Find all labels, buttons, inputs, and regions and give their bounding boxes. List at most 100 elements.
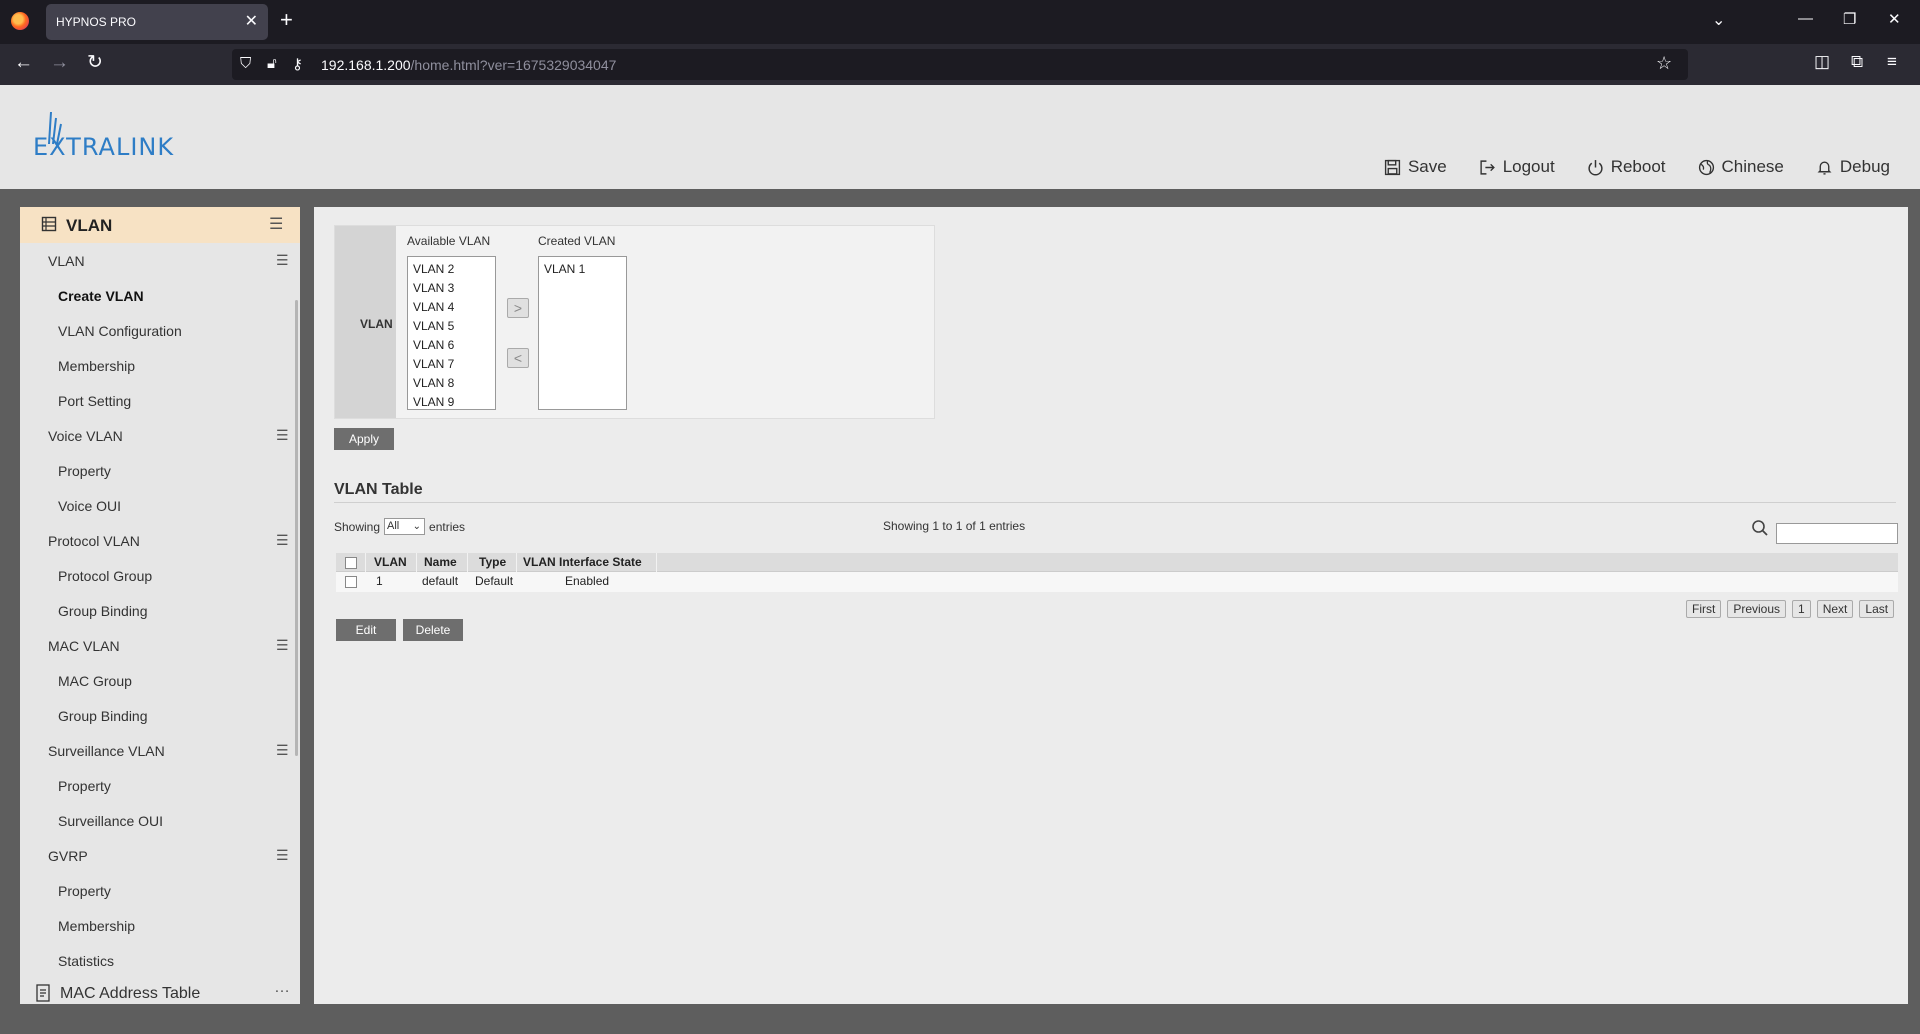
page-number-button[interactable]: 1 bbox=[1792, 600, 1811, 618]
column-header-state[interactable]: VLAN Interface State bbox=[523, 553, 642, 572]
vlan-option[interactable]: VLAN 7 bbox=[408, 355, 495, 374]
vlan-option[interactable]: VLAN 3 bbox=[408, 279, 495, 298]
restore-icon[interactable]: ❐ bbox=[1843, 10, 1856, 28]
sidebar-item-vlan[interactable]: VLAN ☰ bbox=[20, 243, 300, 278]
cell-type: Default bbox=[475, 574, 514, 588]
list-tabs-icon[interactable]: ⌄ bbox=[1712, 10, 1725, 30]
sidebar-item-label: Surveillance OUI bbox=[58, 812, 164, 829]
sidebar-item-port-setting[interactable]: Port Setting bbox=[20, 383, 300, 418]
add-vlan-button[interactable]: > bbox=[507, 298, 529, 318]
sidebar-item-mac-vlan[interactable]: MAC VLAN ☰ bbox=[20, 628, 300, 663]
reload-icon[interactable]: ↻ bbox=[87, 52, 103, 74]
sidebar-item-label: Property bbox=[58, 777, 111, 794]
sidebar-item-voice-vlan[interactable]: Voice VLAN ☰ bbox=[20, 418, 300, 453]
globe-icon bbox=[1698, 159, 1714, 175]
more-icon[interactable]: … bbox=[274, 979, 290, 997]
extensions-icon[interactable]: ⧉ bbox=[1851, 52, 1863, 72]
chinese-button[interactable]: Chinese bbox=[1698, 157, 1784, 177]
vlan-row-label: VLAN bbox=[360, 317, 393, 331]
sidebar-item-surveillance-vlan[interactable]: Surveillance VLAN ☰ bbox=[20, 733, 300, 768]
first-page-button[interactable]: First bbox=[1686, 600, 1722, 618]
tab-close-icon[interactable]: ✕ bbox=[245, 11, 258, 31]
sidebar-item-membership[interactable]: Membership bbox=[20, 348, 300, 383]
bookmark-star-icon[interactable]: ☆ bbox=[1656, 53, 1672, 74]
sidebar-item-group-binding[interactable]: Group Binding bbox=[20, 593, 300, 628]
menu-icon[interactable]: ≡ bbox=[1887, 52, 1897, 72]
vlan-option[interactable]: VLAN 5 bbox=[408, 317, 495, 336]
sidebar-item-label: Statistics bbox=[58, 952, 115, 969]
new-tab-icon[interactable]: + bbox=[280, 8, 293, 32]
select-all-checkbox[interactable] bbox=[345, 557, 357, 569]
vlan-option[interactable]: VLAN 1 bbox=[539, 260, 626, 279]
sidebar-item-protocol-group[interactable]: Protocol Group bbox=[20, 558, 300, 593]
shield-icon[interactable]: ⛉ bbox=[240, 55, 251, 72]
sidebar-title: VLAN bbox=[66, 216, 113, 235]
cell-name: default bbox=[422, 574, 459, 588]
group-menu-icon[interactable]: ☰ bbox=[276, 847, 289, 864]
sidebar-item-protocol-vlan[interactable]: Protocol VLAN ☰ bbox=[20, 523, 300, 558]
save-button[interactable]: Save bbox=[1384, 157, 1447, 177]
sidebar-item-group-binding[interactable]: Group Binding bbox=[20, 698, 300, 733]
column-header-vlan[interactable]: VLAN bbox=[374, 553, 407, 572]
table-row[interactable]: 1 default Default Enabled bbox=[336, 572, 1898, 592]
group-menu-icon[interactable]: ☰ bbox=[276, 427, 289, 444]
sidebar-item-statistics[interactable]: Statistics bbox=[20, 943, 300, 978]
apply-button[interactable]: Apply bbox=[334, 428, 394, 450]
vlan-option[interactable]: VLAN 9 bbox=[408, 393, 495, 409]
edit-button[interactable]: Edit bbox=[336, 619, 396, 641]
power-icon bbox=[1588, 159, 1603, 176]
group-menu-icon[interactable]: ☰ bbox=[276, 637, 289, 654]
debug-button[interactable]: Debug bbox=[1816, 157, 1890, 177]
url-bar[interactable]: ⛉ 🔓︎ ⚷ 192.168.1.200/home.html?ver=16753… bbox=[232, 49, 1688, 80]
back-icon[interactable]: ← bbox=[14, 52, 33, 74]
group-menu-icon[interactable]: ☰ bbox=[276, 252, 289, 269]
sidebar-item-mac-address-table[interactable]: MAC Address Table … bbox=[20, 979, 300, 1004]
chevron-down-icon: ⌄ bbox=[412, 521, 422, 532]
page-length-control: Showing All ⌄ entries bbox=[334, 518, 465, 535]
close-window-icon[interactable]: ✕ bbox=[1888, 10, 1901, 28]
previous-page-button[interactable]: Previous bbox=[1727, 600, 1787, 618]
sidebar-item-property[interactable]: Property bbox=[20, 873, 300, 908]
available-vlan-list[interactable]: VLAN 2 VLAN 3 VLAN 4 VLAN 5 VLAN 6 VLAN 7 VLAN… bbox=[407, 256, 496, 410]
reboot-button[interactable]: Reboot bbox=[1587, 157, 1666, 177]
group-menu-icon[interactable]: ☰ bbox=[276, 742, 289, 759]
sidebar-item-membership[interactable]: Membership bbox=[20, 908, 300, 943]
pagination: First Previous 1 Next Last bbox=[1686, 600, 1895, 618]
row-checkbox[interactable] bbox=[345, 576, 357, 588]
sidebar-scrollbar[interactable] bbox=[295, 300, 298, 756]
sidebar-item-property[interactable]: Property bbox=[20, 768, 300, 803]
logout-button[interactable]: Logout bbox=[1479, 157, 1555, 177]
sidebar-item-gvrp[interactable]: GVRP ☰ bbox=[20, 838, 300, 873]
sidebar-collapse-icon[interactable]: ☰ bbox=[269, 214, 283, 234]
sidebar-header[interactable]: VLAN ☰ bbox=[20, 207, 300, 243]
next-page-button[interactable]: Next bbox=[1816, 600, 1854, 618]
vlan-option[interactable]: VLAN 2 bbox=[408, 260, 495, 279]
lock-icon[interactable]: 🔓︎ bbox=[267, 55, 277, 72]
remove-vlan-button[interactable]: < bbox=[507, 348, 529, 368]
sidebar-item-create-vlan[interactable]: Create VLAN bbox=[20, 278, 300, 313]
delete-button[interactable]: Delete bbox=[403, 619, 463, 641]
table-search-input[interactable] bbox=[1776, 523, 1898, 544]
sidebar-item-surveillance-oui[interactable]: Surveillance OUI bbox=[20, 803, 300, 838]
forward-icon[interactable]: → bbox=[50, 52, 69, 74]
firefox-logo-icon bbox=[11, 12, 29, 30]
vlan-option[interactable]: VLAN 8 bbox=[408, 374, 495, 393]
vlan-option[interactable]: VLAN 6 bbox=[408, 336, 495, 355]
vlan-option[interactable]: VLAN 4 bbox=[408, 298, 495, 317]
logout-label: Logout bbox=[1502, 157, 1555, 176]
group-menu-icon[interactable]: ☰ bbox=[276, 532, 289, 549]
sidebar-item-label: GVRP bbox=[48, 847, 88, 864]
minimize-icon[interactable]: — bbox=[1798, 10, 1813, 27]
column-header-type[interactable]: Type bbox=[479, 553, 506, 572]
sidebar-item-voice-oui[interactable]: Voice OUI bbox=[20, 488, 300, 523]
pocket-icon[interactable]: ◫ bbox=[1814, 52, 1830, 72]
sidebar-item-property[interactable]: Property bbox=[20, 453, 300, 488]
created-vlan-list[interactable]: VLAN 1 bbox=[538, 256, 627, 410]
sidebar-item-mac-group[interactable]: MAC Group bbox=[20, 663, 300, 698]
key-icon[interactable]: ⚷ bbox=[292, 55, 303, 73]
sidebar-item-vlan-configuration[interactable]: VLAN Configuration bbox=[20, 313, 300, 348]
last-page-button[interactable]: Last bbox=[1859, 600, 1895, 618]
column-header-name[interactable]: Name bbox=[424, 553, 457, 572]
page-length-select[interactable]: All ⌄ bbox=[384, 518, 426, 535]
browser-tab[interactable]: HYPNOS PRO ✕ bbox=[46, 4, 268, 40]
